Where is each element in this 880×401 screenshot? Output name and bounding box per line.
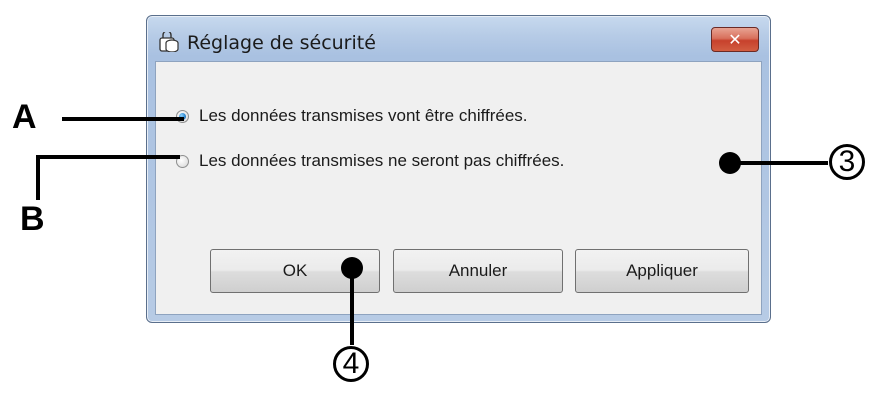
annotation-label-b: B — [20, 200, 45, 238]
annotation-lines — [36, 117, 828, 345]
callout-3: 3 — [829, 144, 865, 180]
annotation-label-a: A — [12, 98, 37, 136]
callout-dot-3 — [719, 152, 741, 174]
leader-line-b — [36, 155, 180, 200]
callout-dot-4 — [341, 257, 363, 279]
callout-4: 4 — [333, 346, 369, 382]
